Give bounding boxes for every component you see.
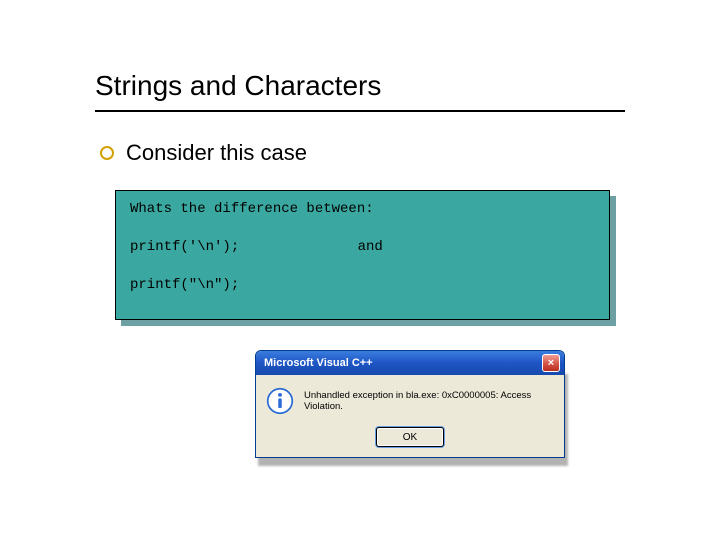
- dialog-body: Unhandled exception in bla.exe: 0xC00000…: [256, 375, 564, 423]
- title-underline: [95, 110, 625, 112]
- code-line-a: printf('\n');: [130, 239, 239, 255]
- code-intro: Whats the difference between:: [130, 201, 595, 217]
- dialog-window: Microsoft Visual C++ × Unhandled excepti…: [255, 350, 565, 458]
- code-line-b: printf("\n");: [130, 277, 595, 293]
- close-icon: ×: [548, 358, 554, 369]
- code-box-content: Whats the difference between: printf('\n…: [115, 190, 610, 320]
- bullet-item: Consider this case: [100, 140, 307, 166]
- bullet-text: Consider this case: [126, 140, 307, 166]
- code-between: and: [358, 239, 383, 255]
- ok-button[interactable]: OK: [376, 427, 444, 447]
- bullet-circle-icon: [100, 146, 114, 160]
- code-box: Whats the difference between: printf('\n…: [115, 190, 610, 320]
- dialog-title: Microsoft Visual C++: [264, 357, 373, 369]
- dialog-message: Unhandled exception in bla.exe: 0xC00000…: [304, 390, 554, 413]
- dialog-titlebar: Microsoft Visual C++ ×: [256, 351, 564, 375]
- dialog-footer: OK: [256, 423, 564, 457]
- code-line-a-row: printf('\n'); and: [130, 239, 595, 255]
- info-icon: [266, 387, 294, 415]
- slide-title: Strings and Characters: [95, 70, 381, 102]
- error-dialog: Microsoft Visual C++ × Unhandled excepti…: [255, 350, 565, 458]
- close-button[interactable]: ×: [542, 354, 560, 372]
